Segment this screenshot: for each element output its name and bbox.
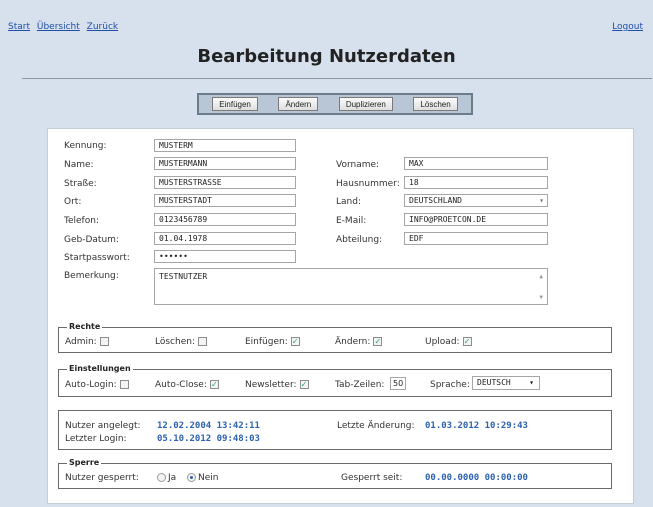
autoclose-option: Auto-Close: ✓ xyxy=(155,380,219,390)
geburtsdatum-label: Geb-Datum: xyxy=(64,235,119,245)
letzter-login-label: Letzter Login: xyxy=(65,434,127,444)
gesperrt-label: Nutzer gesperrt: xyxy=(65,473,139,483)
vorname-label: Vorname: xyxy=(336,160,380,170)
sperre-fieldset: Sperre Nutzer gesperrt: Ja Nein Gesperrt… xyxy=(58,458,612,489)
bemerkung-textarea[interactable]: TESTNUTZER ▲ ▼ xyxy=(154,268,548,305)
radio-ja[interactable] xyxy=(157,473,166,482)
page-title: Bearbeitung Nutzerdaten xyxy=(197,46,456,67)
newsletter-checkbox[interactable]: ✓ xyxy=(299,380,309,389)
kennung-label: Kennung: xyxy=(64,141,107,151)
action-toolbar: Einfügen Ändern Duplizieren Löschen xyxy=(197,93,473,115)
autologin-label: Auto-Login: xyxy=(65,380,117,390)
strasse-input[interactable]: MUSTERSTRASSE xyxy=(154,176,296,189)
overview-link[interactable]: Übersicht xyxy=(37,22,80,32)
email-label: E-Mail: xyxy=(336,216,367,226)
loeschen-option: Löschen: xyxy=(155,337,207,347)
radio-ja-label: Ja xyxy=(168,473,177,483)
radio-nein[interactable] xyxy=(187,473,196,482)
aendern-checkbox[interactable]: ✓ xyxy=(373,337,383,346)
upload-checkbox[interactable]: ✓ xyxy=(462,337,472,346)
name-input[interactable]: MUSTERMANN xyxy=(154,157,296,170)
sprache-select-value: DEUTSCH xyxy=(477,378,511,387)
einstellungen-fieldset: Einstellungen Auto-Login: Auto-Close: ✓ N… xyxy=(58,364,612,397)
startpasswort-label: Startpasswort: xyxy=(64,253,130,263)
back-link[interactable]: Zurück xyxy=(87,22,118,32)
start-link[interactable]: Start xyxy=(8,22,30,32)
admin-option: Admin: xyxy=(65,337,109,347)
insert-button[interactable]: Einfügen xyxy=(212,97,258,111)
sprache-select[interactable]: DEUTSCH ▾ xyxy=(472,376,540,390)
autoclose-checkbox[interactable]: ✓ xyxy=(209,380,219,389)
bemerkung-text: TESTNUTZER xyxy=(159,272,208,281)
startpasswort-input[interactable]: •••••• xyxy=(154,250,296,263)
vorname-input[interactable]: MAX xyxy=(404,157,548,170)
tabzeilen-label: Tab-Zeilen: xyxy=(335,380,385,390)
user-form-card: Kennung: MUSTERM Name: MUSTERMANN Vornam… xyxy=(47,128,634,504)
delete-button[interactable]: Löschen xyxy=(413,97,458,111)
duplicate-button[interactable]: Duplizieren xyxy=(338,97,393,111)
aendern-option: Ändern: ✓ xyxy=(335,337,383,347)
title-divider xyxy=(22,78,652,79)
gesperrt-seit-value: 00.00.0000 00:00:00 xyxy=(425,473,528,483)
einfuegen-option: Einfügen: ✓ xyxy=(245,337,300,347)
telefon-label: Telefon: xyxy=(64,216,99,226)
logout-link[interactable]: Logout xyxy=(612,22,643,32)
sprache-label: Sprache: xyxy=(430,380,470,390)
ort-label: Ort: xyxy=(64,197,82,207)
letzte-aenderung-label: Letzte Änderung: xyxy=(337,421,415,431)
land-select-value: DEUTSCHLAND xyxy=(409,196,462,205)
upload-label: Upload: xyxy=(425,337,460,347)
top-nav: Start Übersicht Zurück xyxy=(8,22,122,32)
scroll-up-icon[interactable]: ▲ xyxy=(539,273,543,280)
letzte-aenderung-value: 01.03.2012 10:29:43 xyxy=(425,421,528,431)
newsletter-option: Newsletter: ✓ xyxy=(245,380,309,390)
rechte-fieldset: Rechte Admin: Löschen: Einfügen: ✓ Ändern… xyxy=(58,322,612,353)
admin-label: Admin: xyxy=(65,337,97,347)
info-box: Nutzer angelegt: 12.02.2004 13:42:11 Let… xyxy=(58,410,612,450)
name-label: Name: xyxy=(64,160,94,170)
land-select[interactable]: DEUTSCHLAND ▾ xyxy=(404,194,548,207)
upload-option: Upload: ✓ xyxy=(425,337,472,347)
sperre-legend: Sperre xyxy=(67,458,102,467)
loeschen-checkbox[interactable] xyxy=(197,337,207,346)
email-input[interactable]: INFO@PROETCON.DE xyxy=(404,213,548,226)
hausnummer-label: Hausnummer: xyxy=(336,179,400,189)
letzter-login-value: 05.10.2012 09:48:03 xyxy=(157,434,260,444)
rechte-legend: Rechte xyxy=(67,322,103,331)
radio-ja-option[interactable]: Ja xyxy=(157,473,176,483)
radio-nein-label: Nein xyxy=(198,473,219,483)
strasse-label: Straße: xyxy=(64,179,97,189)
radio-nein-option[interactable]: Nein xyxy=(187,473,218,483)
admin-checkbox[interactable] xyxy=(99,337,109,346)
einfuegen-checkbox[interactable]: ✓ xyxy=(290,337,300,346)
autologin-option: Auto-Login: xyxy=(65,380,129,390)
kennung-input[interactable]: MUSTERM xyxy=(154,139,296,152)
einstellungen-legend: Einstellungen xyxy=(67,364,133,373)
bemerkung-label: Bemerkung: xyxy=(64,271,119,281)
aendern-label: Ändern: xyxy=(335,337,371,347)
gesperrt-seit-label: Gesperrt seit: xyxy=(341,473,403,483)
change-button[interactable]: Ändern xyxy=(278,97,319,111)
tabzeilen-input[interactable]: 50 xyxy=(390,377,406,390)
autologin-checkbox[interactable] xyxy=(119,380,129,389)
angelegt-value: 12.02.2004 13:42:11 xyxy=(157,421,260,431)
abteilung-input[interactable]: EDF xyxy=(404,232,548,245)
scroll-down-icon[interactable]: ▼ xyxy=(539,294,543,301)
einfuegen-label: Einfügen: xyxy=(245,337,288,347)
loeschen-label: Löschen: xyxy=(155,337,195,347)
newsletter-label: Newsletter: xyxy=(245,380,297,390)
land-label: Land: xyxy=(336,197,361,207)
geburtsdatum-input[interactable]: 01.04.1978 xyxy=(154,232,296,245)
chevron-down-icon: ▾ xyxy=(539,196,544,205)
abteilung-label: Abteilung: xyxy=(336,235,383,245)
hausnummer-input[interactable]: 18 xyxy=(404,176,548,189)
autoclose-label: Auto-Close: xyxy=(155,380,207,390)
telefon-input[interactable]: 0123456789 xyxy=(154,213,296,226)
angelegt-label: Nutzer angelegt: xyxy=(65,421,141,431)
ort-input[interactable]: MUSTERSTADT xyxy=(154,194,296,207)
chevron-down-icon: ▾ xyxy=(529,378,534,387)
